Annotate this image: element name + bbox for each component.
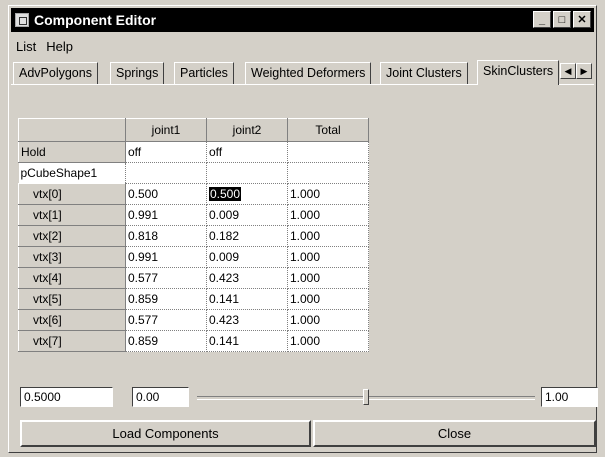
- table-row: vtx[0] 0.500 0.500 1.000: [18, 183, 369, 205]
- table-cell[interactable]: 0.577: [125, 267, 207, 289]
- table-cell[interactable]: 1.000: [287, 330, 369, 352]
- table-row: vtx[3] 0.991 0.009 1.000: [18, 246, 369, 268]
- table-cell: [125, 162, 207, 184]
- table-cell[interactable]: 0.818: [125, 225, 207, 247]
- table-cell[interactable]: 0.423: [206, 309, 288, 331]
- table-cell[interactable]: [287, 141, 369, 163]
- shape-row: pCubeShape1: [18, 162, 369, 184]
- tab-springs[interactable]: Springs: [110, 62, 165, 84]
- weight-slider[interactable]: [197, 387, 535, 407]
- component-editor-icon: [15, 13, 29, 27]
- row-header[interactable]: Hold: [18, 141, 126, 163]
- menu-help[interactable]: Help: [41, 39, 78, 54]
- row-header[interactable]: vtx[5]: [18, 288, 126, 310]
- column-header[interactable]: Total: [287, 118, 369, 142]
- table-cell[interactable]: 1.000: [287, 267, 369, 289]
- table-cell[interactable]: 0.500: [125, 183, 207, 205]
- slider-thumb[interactable]: [363, 389, 369, 405]
- tab-weighted-deformers[interactable]: Weighted Deformers: [245, 62, 372, 84]
- arrow-left-icon[interactable]: ◀: [560, 63, 576, 79]
- table-cell[interactable]: 0.991: [125, 246, 207, 268]
- table-cell[interactable]: 0.577: [125, 309, 207, 331]
- shape-label: pCubeShape1: [18, 162, 126, 184]
- table-row: vtx[4] 0.577 0.423 1.000: [18, 267, 369, 289]
- title-bar[interactable]: Component Editor _ □ ✕: [11, 8, 594, 32]
- table-cell[interactable]: off: [125, 141, 207, 163]
- table-cell[interactable]: 0.009: [206, 246, 288, 268]
- table-cell[interactable]: 1.000: [287, 183, 369, 205]
- arrow-right-icon[interactable]: ▶: [576, 63, 592, 79]
- table-row: vtx[6] 0.577 0.423 1.000: [18, 309, 369, 331]
- table-cell[interactable]: 0.141: [206, 330, 288, 352]
- window-title: Component Editor: [34, 12, 157, 28]
- table-cell[interactable]: 1.000: [287, 309, 369, 331]
- table-cell[interactable]: 1.000: [287, 225, 369, 247]
- table-row: vtx[5] 0.859 0.141 1.000: [18, 288, 369, 310]
- tab-particles[interactable]: Particles: [174, 62, 234, 84]
- table-cell-selected[interactable]: 0.500: [206, 183, 288, 205]
- table-corner: [18, 118, 126, 142]
- row-header[interactable]: vtx[1]: [18, 204, 126, 226]
- table-cell[interactable]: 0.009: [206, 204, 288, 226]
- row-header[interactable]: vtx[3]: [18, 246, 126, 268]
- weights-table: joint1 joint2 Total Hold off off pCubeSh…: [18, 118, 369, 352]
- max-field[interactable]: 1.00: [541, 387, 598, 407]
- tab-advpolygons[interactable]: AdvPolygons: [13, 62, 98, 84]
- minimize-icon[interactable]: _: [533, 11, 551, 28]
- table-cell[interactable]: 0.423: [206, 267, 288, 289]
- table-cell[interactable]: 0.859: [125, 288, 207, 310]
- window-controls: _ □ ✕: [533, 11, 591, 28]
- table-cell[interactable]: 1.000: [287, 246, 369, 268]
- table-cell: [287, 162, 369, 184]
- selected-value: 0.500: [209, 187, 242, 201]
- table-cell[interactable]: 1.000: [287, 204, 369, 226]
- editor-panel: joint1 joint2 Total Hold off off pCubeSh…: [12, 86, 592, 352]
- tab-scroll-arrows: ◀ ▶: [560, 63, 592, 79]
- min-field[interactable]: 0.00: [132, 387, 189, 407]
- column-header[interactable]: joint2: [206, 118, 288, 142]
- row-header[interactable]: vtx[4]: [18, 267, 126, 289]
- load-components-button[interactable]: Load Components: [20, 420, 311, 447]
- row-header[interactable]: vtx[7]: [18, 330, 126, 352]
- table-row: vtx[1] 0.991 0.009 1.000: [18, 204, 369, 226]
- hold-row: Hold off off: [18, 141, 369, 163]
- menu-list[interactable]: List: [11, 39, 41, 54]
- row-header[interactable]: vtx[0]: [18, 183, 126, 205]
- table-header-row: joint1 joint2 Total: [18, 118, 369, 142]
- table-cell[interactable]: 0.141: [206, 288, 288, 310]
- table-cell[interactable]: 0.991: [125, 204, 207, 226]
- table-cell: [206, 162, 288, 184]
- table-cell[interactable]: off: [206, 141, 288, 163]
- table-row: vtx[2] 0.818 0.182 1.000: [18, 225, 369, 247]
- row-header[interactable]: vtx[6]: [18, 309, 126, 331]
- menu-bar: List Help: [11, 36, 78, 56]
- tab-bar: AdvPolygons Springs Particles Weighted D…: [11, 60, 594, 85]
- tab-joint-clusters[interactable]: Joint Clusters: [380, 62, 468, 84]
- table-row: vtx[7] 0.859 0.141 1.000: [18, 330, 369, 352]
- row-header[interactable]: vtx[2]: [18, 225, 126, 247]
- value-field[interactable]: 0.5000: [20, 387, 113, 407]
- maximize-icon[interactable]: □: [553, 11, 571, 28]
- table-cell[interactable]: 1.000: [287, 288, 369, 310]
- close-icon[interactable]: ✕: [573, 11, 591, 28]
- close-button[interactable]: Close: [313, 420, 596, 447]
- component-editor-window: Component Editor _ □ ✕ List Help AdvPoly…: [8, 5, 597, 453]
- table-cell[interactable]: 0.182: [206, 225, 288, 247]
- table-cell[interactable]: 0.859: [125, 330, 207, 352]
- tab-skinclusters[interactable]: SkinClusters: [477, 60, 560, 85]
- column-header[interactable]: joint1: [125, 118, 207, 142]
